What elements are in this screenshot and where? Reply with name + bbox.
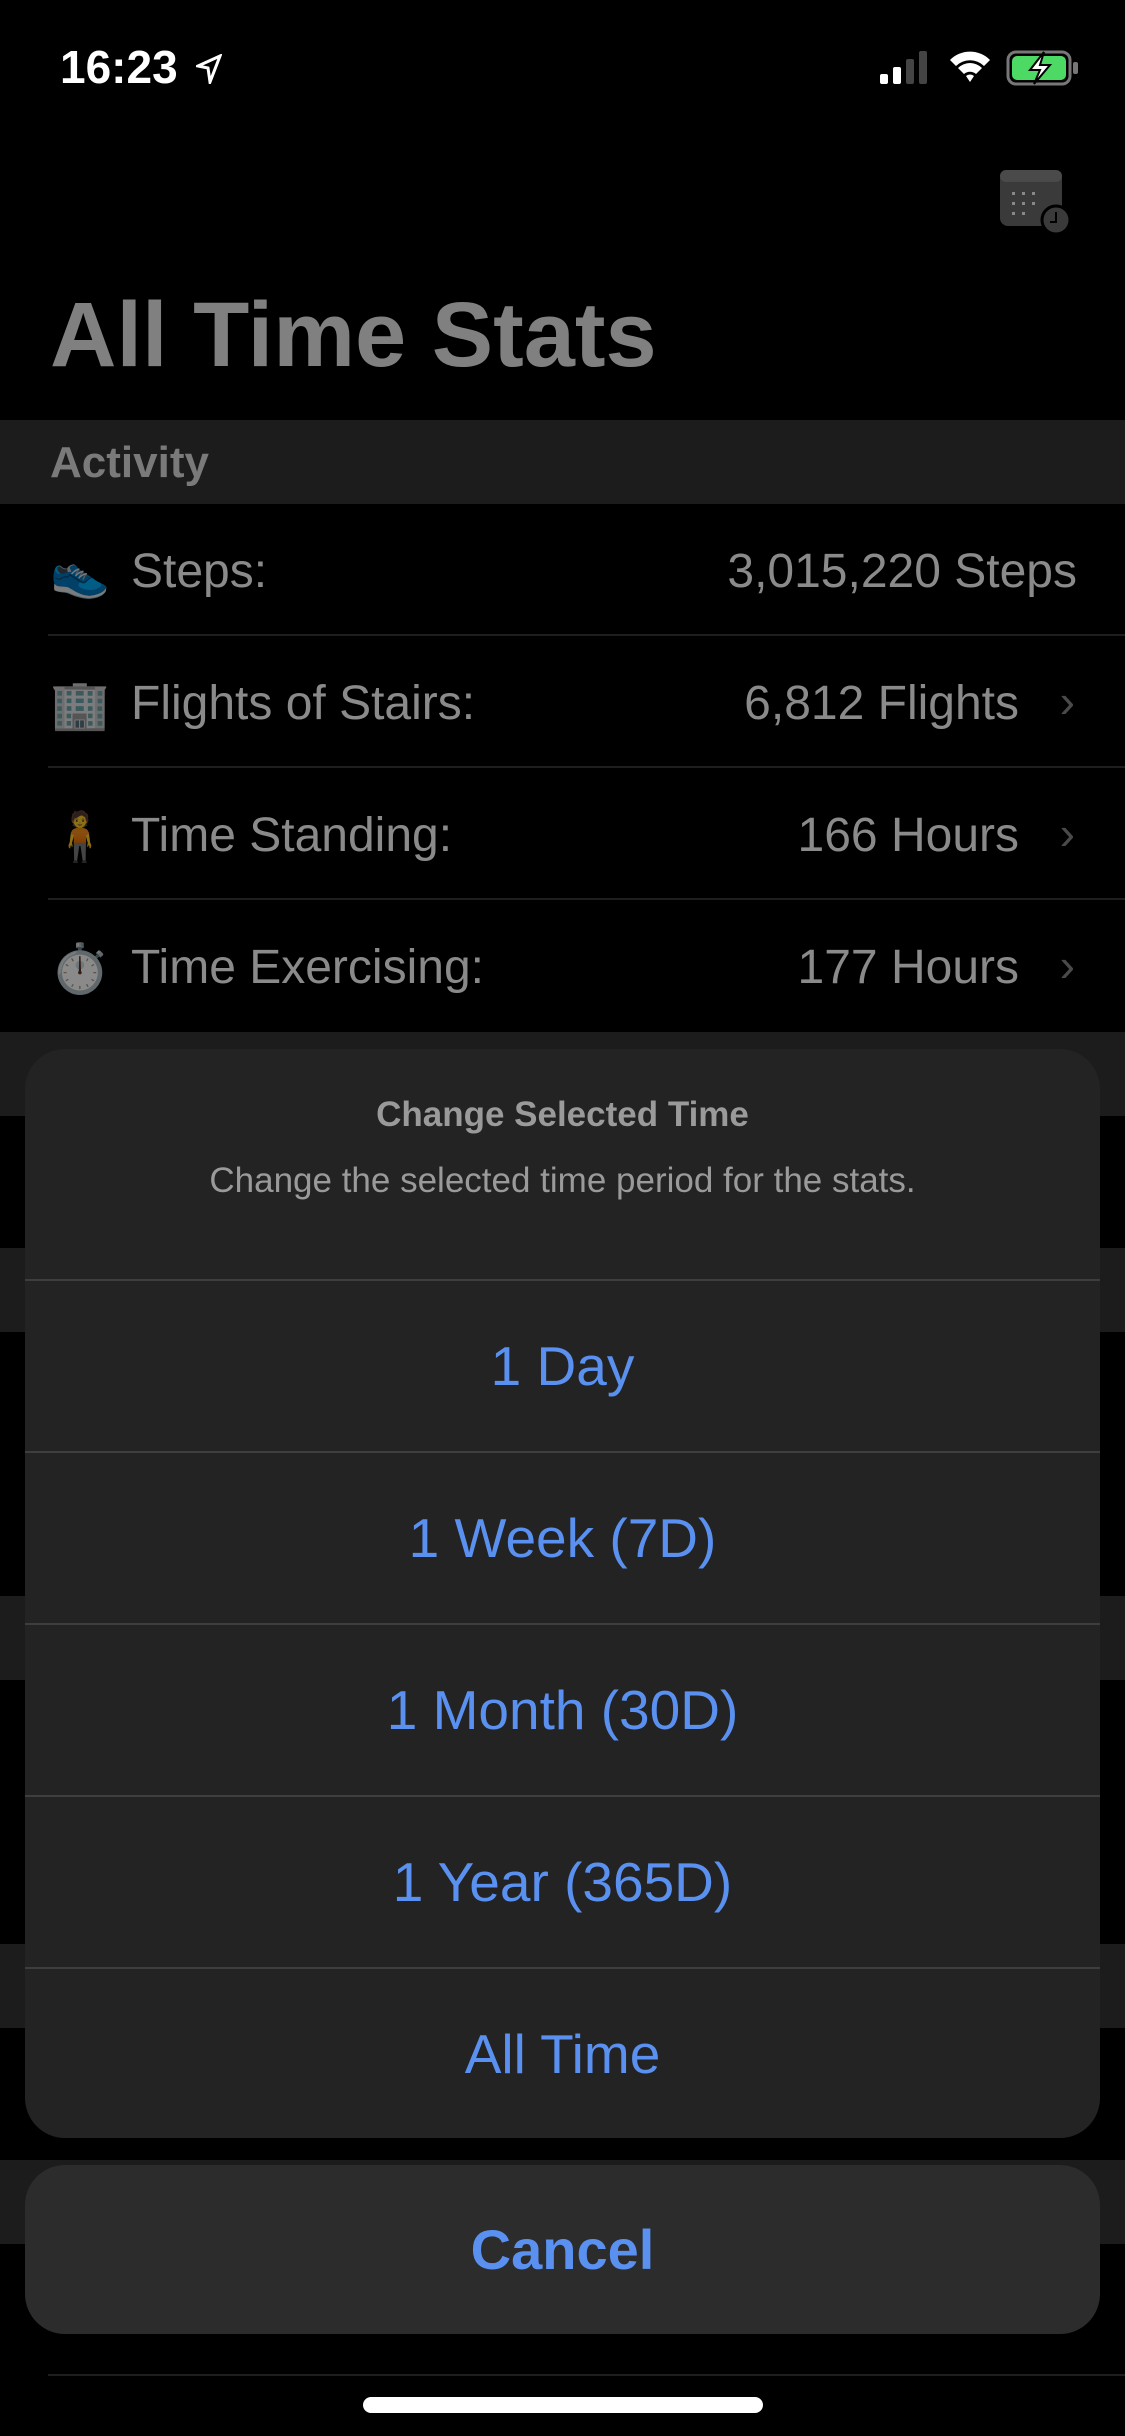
section-header-activity: Activity	[0, 420, 1125, 504]
option-1-day[interactable]: 1 Day	[25, 1279, 1100, 1451]
stat-value: 177 Hours	[797, 941, 1019, 994]
option-1-week[interactable]: 1 Week (7D)	[25, 1451, 1100, 1623]
action-sheet-title: Change Selected Time	[376, 1095, 749, 1134]
home-indicator[interactable]	[363, 2397, 763, 2413]
stat-label: Time Exercising:	[131, 941, 484, 994]
cancel-button[interactable]: Cancel	[25, 2165, 1100, 2334]
section-title: Activity	[50, 438, 209, 487]
option-1-year[interactable]: 1 Year (365D)	[25, 1795, 1100, 1967]
location-arrow-icon	[196, 54, 222, 84]
stat-value: 3,015,220 Steps	[727, 545, 1077, 598]
shoe-icon: 👟	[50, 547, 110, 600]
battery-charging-icon	[1006, 50, 1078, 86]
chevron-right-icon: ›	[1059, 807, 1075, 859]
page-title: All Time Stats	[50, 284, 657, 386]
stat-row-exercising[interactable]: ⏱️ Time Exercising: 177 Hours ›	[0, 900, 1125, 1032]
chevron-right-icon: ›	[1059, 939, 1075, 991]
calendar-clock-icon[interactable]	[996, 168, 1074, 236]
wifi-icon	[950, 51, 990, 82]
stat-value: 166 Hours	[797, 809, 1019, 862]
action-sheet: Change Selected Time Change the selected…	[25, 1049, 1100, 2138]
option-1-month[interactable]: 1 Month (30D)	[25, 1623, 1100, 1795]
row-divider	[48, 2374, 1125, 2376]
building-icon: 🏢	[50, 679, 110, 732]
stat-row-standing[interactable]: 🧍 Time Standing: 166 Hours ›	[0, 768, 1125, 900]
action-sheet-message: Change the selected time period for the …	[209, 1161, 916, 1200]
stopwatch-icon: ⏱️	[50, 943, 110, 996]
status-time: 16:23	[60, 41, 178, 93]
stat-row-steps: 👟 Steps: 3,015,220 Steps	[0, 504, 1125, 636]
stat-label: Steps:	[131, 545, 268, 598]
stat-label: Time Standing:	[131, 809, 453, 862]
signal-icon	[880, 51, 927, 84]
stat-value: 6,812 Flights	[744, 677, 1019, 730]
person-standing-icon: 🧍	[50, 811, 110, 864]
stat-label: Flights of Stairs:	[131, 677, 476, 730]
chevron-right-icon: ›	[1059, 675, 1075, 727]
stat-row-flights[interactable]: 🏢 Flights of Stairs: 6,812 Flights ›	[0, 636, 1125, 768]
option-all-time[interactable]: All Time	[25, 1967, 1100, 2138]
